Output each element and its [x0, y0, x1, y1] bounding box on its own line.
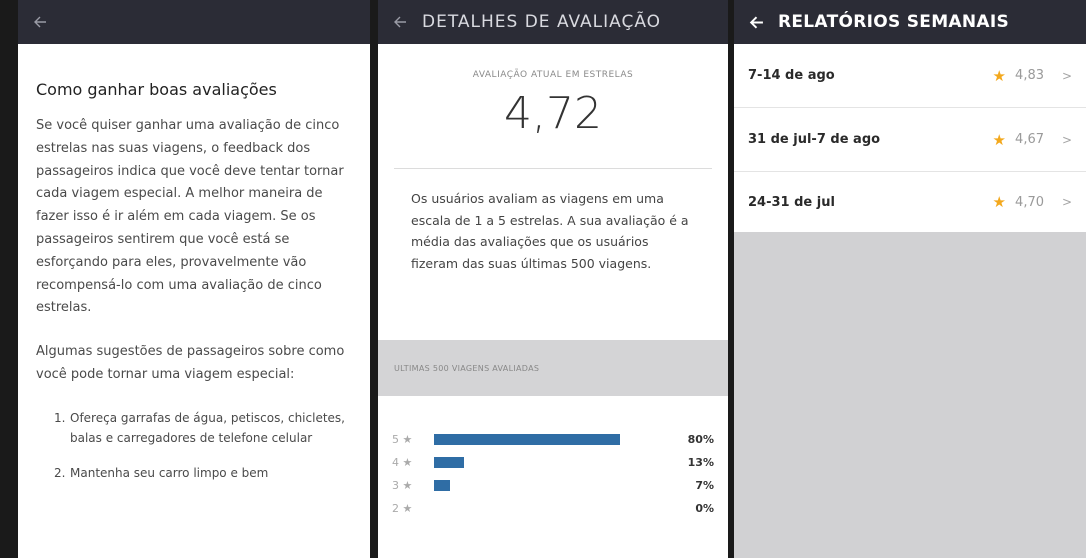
rating-distribution: 5 ★ 80% 4 ★ 13% 3 ★ 7% 2 ★ 0% [378, 396, 728, 520]
arrow-left-icon [394, 16, 406, 28]
top-bar [18, 0, 370, 44]
divider [394, 168, 712, 169]
chevron-right-icon: > [1061, 132, 1072, 147]
weekly-reports-screen: RELATÓRIOS SEMANAIS 7-14 de ago ★ 4,83 >… [734, 0, 1086, 558]
report-row[interactable]: 24-31 de jul ★ 4,70 > [734, 172, 1086, 232]
star-level: 2 ★ [392, 502, 413, 515]
top-bar: RELATÓRIOS SEMANAIS [734, 0, 1086, 44]
distribution-percent: 0% [695, 502, 714, 515]
star-level: 4 ★ [392, 456, 413, 469]
back-button[interactable] [378, 0, 422, 44]
rating-description: Os usuários avaliam as viagens em uma es… [411, 191, 689, 271]
page-title: DETALHES DE AVALIAÇÃO [422, 12, 662, 32]
distribution-bar [434, 480, 450, 491]
top-bar: DETALHES DE AVALIAÇÃO [378, 0, 728, 44]
suggestions-paragraph: Algumas sugestões de passageiros sobre c… [36, 344, 345, 382]
intro-paragraph: Se você quiser ganhar uma avaliação de c… [36, 118, 344, 316]
page-title: Como ganhar boas avaliações [36, 80, 277, 99]
tip-number: 2. [54, 465, 66, 480]
distribution-percent: 7% [695, 479, 714, 492]
tip-text: Mantenha seu carro limpo e bem [70, 465, 269, 480]
star-level: 3 ★ [392, 479, 413, 492]
list-item: 2. Mantenha seu carro limpo e bem [54, 463, 352, 484]
tips-list: 1. Ofereça garrafas de água, petiscos, c… [54, 408, 352, 484]
reports-list: 7-14 de ago ★ 4,83 > 31 de jul-7 de ago … [734, 44, 1086, 232]
distribution-bar [434, 457, 464, 468]
star-icon: ★ [992, 130, 1006, 149]
list-item: 1. Ofereça garrafas de água, petiscos, c… [54, 408, 352, 449]
rating-value: 4,72 [504, 88, 602, 139]
back-button[interactable] [18, 0, 62, 44]
report-score: 4,67 [1015, 132, 1044, 147]
distribution-row: 2 ★ 0% [378, 497, 728, 520]
report-week: 24-31 de jul [748, 194, 835, 210]
tips-screen: Como ganhar boas avaliações Se você quis… [18, 0, 370, 558]
distribution-row: 5 ★ 80% [378, 428, 728, 451]
report-score: 4,83 [1015, 68, 1044, 83]
distribution-percent: 80% [687, 433, 714, 446]
distribution-row: 4 ★ 13% [378, 451, 728, 474]
distribution-bar [434, 434, 620, 445]
distribution-label: ULTIMAS 500 VIAGENS AVALIADAS [394, 364, 540, 373]
chevron-right-icon: > [1061, 68, 1072, 83]
rating-details-screen: DETALHES DE AVALIAÇÃO AVALIAÇÃO ATUAL EM… [378, 0, 728, 558]
tips-content: Como ganhar boas avaliações Se você quis… [18, 44, 370, 483]
report-week: 31 de jul-7 de ago [748, 132, 881, 147]
rating-label: AVALIAÇÃO ATUAL EM ESTRELAS [472, 70, 634, 80]
report-row[interactable]: 7-14 de ago ★ 4,83 > [734, 44, 1086, 108]
tip-text: Ofereça garrafas de água, petiscos, chic… [70, 410, 345, 446]
arrow-left-icon [749, 15, 763, 29]
tip-number: 1. [54, 410, 66, 425]
page-title: RELATÓRIOS SEMANAIS [778, 12, 1010, 32]
distribution-header: ULTIMAS 500 VIAGENS AVALIADAS [378, 340, 728, 396]
distribution-row: 3 ★ 7% [378, 474, 728, 497]
distribution-percent: 13% [687, 456, 714, 469]
arrow-left-icon [34, 16, 46, 28]
star-level: 5 ★ [392, 433, 413, 446]
star-icon: ★ [992, 66, 1006, 85]
back-button[interactable] [734, 0, 778, 44]
rating-summary: AVALIAÇÃO ATUAL EM ESTRELAS 4,72 Os usuá… [378, 44, 728, 340]
report-score: 4,70 [1015, 194, 1044, 210]
star-icon: ★ [992, 193, 1006, 211]
report-week: 7-14 de ago [748, 68, 835, 83]
chevron-right-icon: > [1061, 195, 1072, 209]
report-row[interactable]: 31 de jul-7 de ago ★ 4,67 > [734, 108, 1086, 172]
